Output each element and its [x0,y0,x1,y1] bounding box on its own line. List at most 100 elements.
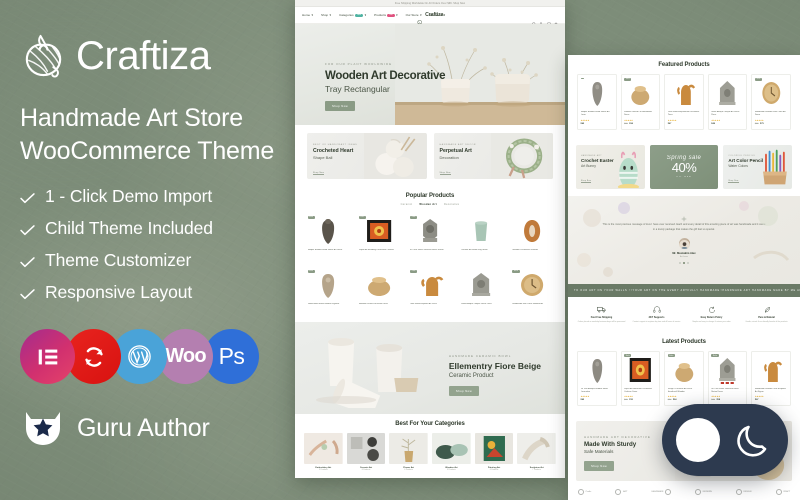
rating-stars: ★★★★★ [754,396,764,399]
product-card[interactable]: Wooden Round Pot Home Decor [355,266,403,314]
promo-card-button[interactable]: Shop Now [439,172,451,175]
sale-badge [580,77,584,79]
announcement-text: Free Shipping Worldwide On All Orders Ov… [394,1,466,5]
product-card[interactable]: Sri Tulsi Antique Buddha Head Decorative… [577,350,617,407]
nav-item-categories[interactable]: Categories New ▾ [339,13,366,17]
yarn-ball-icon [417,12,423,25]
tab-wooden-art[interactable]: Wooden Art [419,203,437,206]
product-name: Silver Antique Temple Decor Piece [461,303,492,305]
ticker-item: Your Art On The Every Artfully Handmade [632,288,720,292]
promo-banner: Craftiza Handmade Art Store WooCommerce … [0,0,800,500]
nav-icon-group[interactable] [531,13,559,26]
tab-ceramic[interactable]: Ceramic [401,203,413,206]
promo-button[interactable]: Shop Now [581,180,592,183]
wishlist-icon[interactable] [546,13,551,26]
category-tile[interactable]: Embroidery Art 5 Products [304,433,343,471]
product-card[interactable]: Wooden Decorative Shelf Art [508,212,557,260]
product-name: Handcrafted Brass Buddha Figurine [307,303,340,305]
product-card[interactable]: Sale Handmade Wall Clock Wooden Art [508,266,557,314]
product-card[interactable]: Sale Range Of Natural Art Decor Handicra… [664,350,704,407]
promo-card-button[interactable]: Shop Now [313,172,325,175]
promo-banner-pencils[interactable]: Colorful Pencils Art Color Pencil Water … [723,144,793,189]
promo-card-title: Perpetual Art [439,148,472,154]
featured-product-grid: Antique Buddha Head Statue Art Decor ★★★… [577,74,791,130]
user-icon[interactable] [539,13,543,26]
product-card[interactable]: Sale Sri Tulsi Shree Ganesha Brass Statu… [707,350,748,407]
product-card[interactable]: Teak Wood Elephant Art Decorative Piece … [664,74,704,130]
promo-banner-row: Handmade Art Crochet Easter Art Bunny Sh… [568,137,800,196]
product-card[interactable]: Sale Handmade Wooden Wall Clock Art Deco… [751,74,791,130]
product-card[interactable]: Ceramic Art Matte Mug Green [457,212,505,260]
check-icon [20,287,35,300]
product-image [461,216,502,246]
feature-list: 1 - Click Demo Import Child Theme Includ… [20,186,277,303]
service-desc: Gentle, natural & eco-friendly formula o… [745,320,788,323]
promo-card-row: Best Of Handcraft Ideas Crocheted Heart … [295,125,565,186]
nav-item-shop[interactable]: Shop ▾ [321,13,331,17]
old-price: $40 [624,399,628,402]
product-card[interactable]: Silver Antique Temple Decor Piece [457,266,505,314]
site-brand[interactable]: Craftiza [417,12,444,25]
promo-button[interactable]: Shop Now [728,180,739,183]
product-card[interactable]: Silver Antique Temple Art Decor Piece ★★… [707,74,748,130]
product-card[interactable]: Sale Antique Buddha Head Statue Art Deco… [304,212,352,260]
site-brand-name: Craftiza [425,12,444,18]
search-icon[interactable] [531,13,536,26]
product-name: Handmade Wooden Teak Elephant Art Figure [754,387,786,393]
hero-cta-button[interactable]: Shop Now [325,100,356,111]
sale-badge: Sale [307,269,315,273]
d`ark-mode-moon-icon[interactable] [731,418,775,462]
product-filter-tabs[interactable]: Ceramic Wooden Art Decorative [304,203,556,206]
product-card[interactable]: Sale Jaipur Art Handbag Decorative Cushi… [355,212,403,260]
brand-mark-icon [695,489,702,496]
old-price: $30 [624,122,628,125]
product-price: $48 [711,122,715,125]
category-tile[interactable]: Wooden Art 9 Products [432,433,471,471]
category-tile[interactable]: Ceramic Art 8 Products [346,433,386,471]
brand-name: Craftiza [76,33,211,78]
sale-badge: Sale [667,354,676,358]
category-tile[interactable]: Flower Art 6 Products [389,433,429,471]
product-price: $67 [667,122,672,125]
nav-badge-hot: Hot [387,13,395,17]
site-navbar[interactable]: Home ▾ Shop ▾ Categories New ▾ Products Hot ▾ … [295,7,565,26]
product-card[interactable]: Sale Wooden Round Pot Handmade Decor ★★★… [620,74,661,130]
product-card[interactable]: Handmade Wooden Teak Elephant Art Figure… [751,350,791,407]
service-title: Fast Free Shipping [590,316,613,319]
sturdy-cta-button[interactable]: Shop Now [584,461,615,472]
promo-card-crochet[interactable]: Best Of Handcraft Ideas Crocheted Heart … [307,133,427,179]
product-image [358,216,399,246]
promo-banner-easter[interactable]: Handmade Art Crochet Easter Art Bunny Sh… [576,144,645,189]
author-label: Guru Author [77,413,210,442]
product-card[interactable]: Antique Buddha Head Statue Art Decor ★★★… [577,74,617,130]
product-card[interactable]: Sale Sri Tulsi Shree Ganesha Brass Statu… [406,212,454,260]
feature-item: 1 - Click Demo Import [20,186,277,207]
promo-banner-sale[interactable]: Spring sale 40% Off Now [649,144,719,189]
brand-mark-icon [615,489,622,496]
promo-card-wreath[interactable]: Handmade Art Decor Perpetual Art Decorat… [433,133,553,179]
main-site-preview[interactable]: Free Shipping Worldwide On All Orders Ov… [295,0,565,478]
product-card[interactable]: Sale Jaipur Art Handcraft Decorative Cus… [620,350,661,407]
band-cta-button[interactable]: Shop Now [448,385,479,396]
brand-logo-name: MODERN [702,490,712,493]
ceramic-cups-image [306,328,446,414]
check-icon [20,255,35,268]
brand-logo: ART [615,489,627,496]
nav-item-home[interactable]: Home ▾ [302,13,313,17]
product-name: Antique Buddha Head Statue Art Decor [307,249,343,251]
product-price: $67 [754,399,759,402]
cart-icon[interactable] [554,13,558,26]
light-mode-icon[interactable] [675,418,720,462]
brand-logo: Crafts [578,489,591,496]
product-card[interactable]: Sale Teak Wood Elephant Art Piece [406,266,454,314]
hero-banner[interactable]: For Our Plant Worldwide Wooden Art Decor… [295,24,565,125]
service-desc: Simple and easy to change & returns your… [692,320,731,323]
tab-decorative[interactable]: Decorative [444,203,459,206]
product-card[interactable]: Sale Handcrafted Brass Buddha Figurine [304,266,352,314]
ceramic-feature-band[interactable]: Handmade Ceramic Bowl Ellementry Fiore B… [295,322,565,414]
nav-item-products[interactable]: Products Hot ▾ [374,13,397,17]
category-tile[interactable]: Sculpture Art 7 Products [517,433,557,471]
category-tile[interactable]: Painting Art 4 Products [474,433,514,471]
brand-logo: CRAFT [775,489,790,496]
theme-mode-toggle[interactable] [662,404,788,476]
